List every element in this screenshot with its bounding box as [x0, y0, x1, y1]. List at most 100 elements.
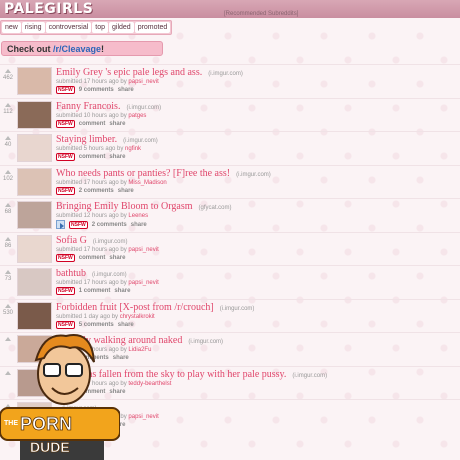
nsfw-badge: NSFW: [56, 153, 75, 161]
tab-top[interactable]: top: [92, 22, 108, 33]
post-age: submitted 17 hours ago by: [56, 246, 127, 253]
post-thumbnail[interactable]: [17, 201, 52, 229]
banner-link[interactable]: /r/Cleavage: [53, 44, 101, 54]
share-link[interactable]: share: [109, 154, 125, 160]
post-author[interactable]: chrystalkrokit: [120, 314, 155, 320]
post-author[interactable]: patges: [128, 113, 146, 119]
post-author[interactable]: Miss_Madison: [128, 180, 166, 186]
upvote-icon[interactable]: [5, 236, 11, 241]
post-title[interactable]: Fanny Francois.: [56, 101, 120, 112]
post-domain[interactable]: (i.imgur.com): [208, 71, 243, 77]
upvote-icon[interactable]: [5, 303, 11, 308]
post-thumbnail[interactable]: [17, 67, 52, 95]
comments-link[interactable]: comment: [79, 154, 106, 160]
post-domain[interactable]: (i.imgur.com): [236, 172, 271, 178]
tab-new[interactable]: new: [2, 22, 21, 33]
post-title[interactable]: Sofia G: [56, 235, 87, 246]
share-link[interactable]: share: [131, 222, 147, 228]
play-video-icon[interactable]: [56, 220, 65, 229]
post-author[interactable]: papsi_nevit: [128, 414, 158, 420]
share-link[interactable]: share: [118, 322, 134, 328]
post-age: submitted 5 hours ago by: [56, 146, 124, 152]
mascot-glasses-left: [43, 363, 61, 377]
post-title[interactable]: Forbidden fruit [X-post from /r/crouch]: [56, 302, 214, 313]
upvote-icon[interactable]: [5, 102, 11, 107]
share-link[interactable]: share: [118, 188, 134, 194]
upvote-icon[interactable]: [5, 69, 11, 73]
post-domain[interactable]: (i.imgur.com): [126, 105, 161, 111]
tab-controversial[interactable]: controversial: [45, 22, 92, 33]
post-author[interactable]: teddy-bearthelst: [128, 381, 171, 387]
post-domain[interactable]: (i.imgur.com): [123, 138, 158, 144]
recommended-subreddits[interactable]: [Recommended Subreddits]: [224, 11, 298, 17]
post-thumbnail[interactable]: [17, 100, 52, 129]
vote-column: 112: [0, 102, 16, 115]
comments-link[interactable]: comment: [79, 121, 106, 127]
comments-link[interactable]: 2 comments: [92, 222, 127, 228]
post-row: 68 Bringing Emily Bloom to Orgasm (gfycat.…: [0, 198, 460, 232]
subreddit-logo[interactable]: PALEGIRLS: [4, 1, 93, 17]
post-domain[interactable]: (i.imgur.com): [292, 373, 327, 379]
post-title[interactable]: Bringing Emily Bloom to Orgasm: [56, 201, 192, 212]
nsfw-badge: NSFW: [69, 220, 88, 229]
post-author[interactable]: Leenes: [128, 213, 148, 219]
comments-link[interactable]: 2 comments: [79, 188, 114, 194]
post-author[interactable]: Lidia2Fu: [128, 347, 151, 353]
post-buttons: NSFW 9 comments share: [56, 86, 243, 94]
post-author[interactable]: papsi_nevit: [128, 247, 158, 253]
post-age: submitted 17 hours ago by: [56, 179, 127, 186]
post-title[interactable]: Staying limber.: [56, 134, 117, 145]
score-value: 73: [4, 276, 12, 282]
share-link[interactable]: share: [109, 121, 125, 127]
post-domain[interactable]: (i.imgur.com): [93, 239, 128, 245]
comments-link[interactable]: comment: [79, 255, 106, 261]
post-domain[interactable]: (i.imgur.com): [220, 306, 255, 312]
post-thumbnail[interactable]: [17, 167, 52, 196]
post-buttons: NSFW commentshare: [56, 153, 158, 161]
upvote-icon[interactable]: [5, 136, 11, 140]
tab-gilded[interactable]: gilded: [109, 22, 134, 33]
post-title[interactable]: Who needs pants or panties? [F]ree the a…: [56, 168, 230, 179]
upvote-icon[interactable]: [5, 169, 11, 174]
post-body: Who needs pants or panties? [F]ree the a…: [56, 168, 271, 195]
comments-link[interactable]: 1 comment: [79, 288, 111, 294]
post-domain[interactable]: (i.imgur.com): [188, 339, 223, 345]
post-author[interactable]: ngfink: [125, 146, 141, 152]
upvote-icon[interactable]: [5, 203, 11, 207]
post-title[interactable]: bathtub: [56, 268, 86, 279]
share-link[interactable]: share: [109, 255, 125, 261]
tab-rising[interactable]: rising: [21, 22, 45, 33]
post-row: 462 Emily Grey 's epic pale legs and ass.…: [0, 64, 460, 98]
post-tagline: submitted 1 day ago by chrystalkrokit: [56, 314, 254, 320]
post-thumbnail[interactable]: [17, 268, 52, 296]
post-age: submitted 1 day ago by: [56, 313, 119, 320]
share-link[interactable]: share: [118, 87, 134, 93]
post-buttons: NSFW 1 comment share: [56, 287, 159, 295]
post-author[interactable]: papsi_nevit: [128, 280, 158, 286]
post-thumbnail[interactable]: [17, 134, 52, 162]
nsfw-badge: NSFW: [56, 86, 75, 94]
comments-link[interactable]: 9 comments: [79, 87, 114, 93]
tab-promoted[interactable]: promoted: [134, 22, 171, 33]
mascot-text-dude: DUDE: [30, 439, 70, 455]
mascot-text-porn: PORN: [20, 414, 72, 434]
post-age: submitted 12 hours ago by: [56, 213, 127, 219]
porn-dude-mascot[interactable]: THE PORN DUDE: [0, 322, 120, 460]
post-title[interactable]: Emily Grey 's epic pale legs and ass.: [56, 67, 202, 78]
banner-text: Check out: [7, 44, 54, 54]
post-tagline: submitted 12 hours ago by Leenes: [56, 213, 232, 219]
post-author[interactable]: papsi_nevit: [128, 79, 158, 85]
header-bar: PALEGIRLS [Recommended Subreddits]: [0, 0, 460, 18]
post-thumbnail[interactable]: [17, 234, 52, 263]
score-value: 112: [3, 108, 13, 115]
post-body: Fanny Francois. (i.imgur.com) submitted 10…: [56, 101, 161, 128]
post-row: 86 Sofia G (i.imgur.com) submitted 17 hours…: [0, 231, 460, 266]
share-link[interactable]: share: [114, 288, 130, 294]
vote-column: 73: [0, 270, 16, 282]
post-domain[interactable]: (gfycat.com): [198, 205, 231, 211]
upvote-icon[interactable]: [5, 270, 11, 274]
post-buttons: NSFW commentshare: [56, 119, 161, 128]
sort-tabs: new rising controversial top gilded prom…: [0, 20, 173, 35]
post-row: 112 Fanny Francois. (i.imgur.com) submitted…: [0, 97, 460, 132]
post-domain[interactable]: (i.imgur.com): [92, 272, 127, 278]
